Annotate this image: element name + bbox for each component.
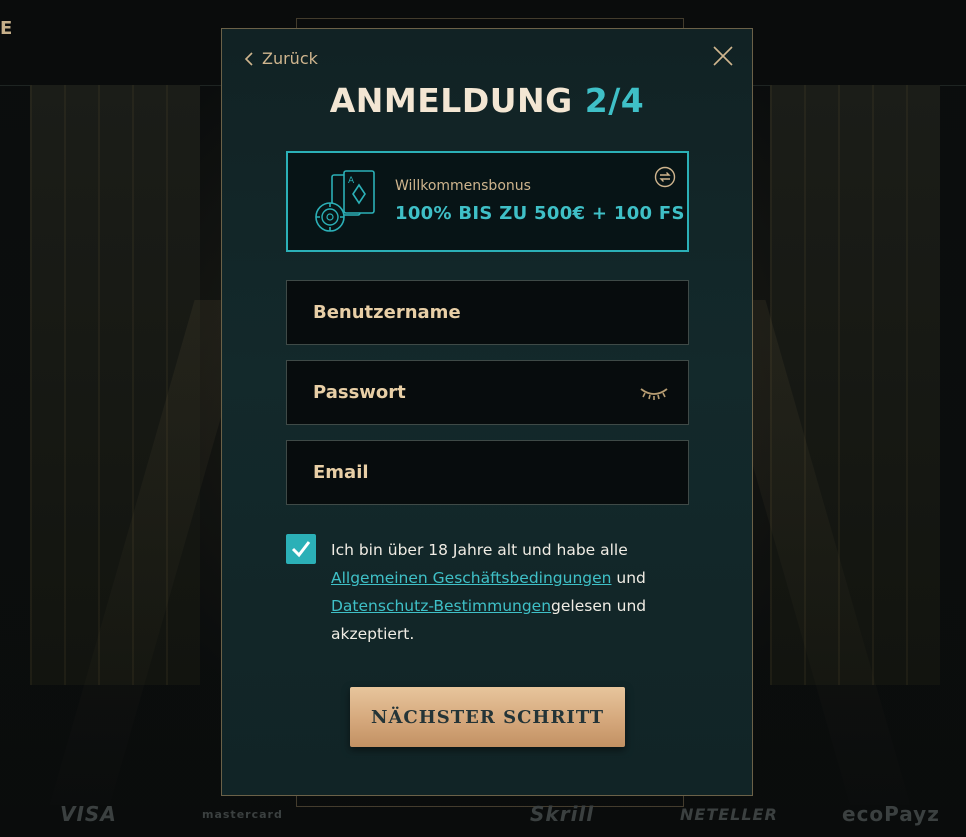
password-input[interactable] — [287, 361, 688, 424]
chevron-left-icon — [244, 51, 253, 66]
bonus-label: Willkommensbonus — [395, 178, 531, 194]
email-input[interactable] — [287, 441, 688, 504]
username-field — [286, 280, 689, 345]
welcome-bonus-card: A Willkommensbonus 100% BIS ZU 500€ + 10… — [286, 151, 689, 252]
terms-text-part-2: und — [611, 569, 646, 587]
visa-logo: VISA — [60, 802, 117, 826]
terms-text: Ich bin über 18 Jahre alt und habe alle … — [331, 536, 661, 648]
ecopayz-logo: ecoPayz — [842, 802, 940, 826]
neteller-logo: NETELLER — [680, 805, 778, 824]
bonus-value: 100% BIS ZU 500€ + 100 FS — [395, 203, 685, 224]
registration-modal: Zurück ANMELDUNG 2/4 A Willkommensbonus … — [221, 28, 753, 796]
top-bar-text-stub: E — [0, 18, 13, 39]
svg-text:A: A — [348, 176, 355, 186]
title-main: ANMELDUNG — [329, 81, 573, 120]
close-icon[interactable] — [712, 45, 734, 67]
mastercard-logo: mastercard — [202, 808, 283, 821]
cards-and-chip-icon: A — [315, 170, 375, 232]
swap-bonus-icon[interactable] — [654, 166, 676, 188]
next-step-button[interactable]: NÄCHSTER SCHRITT — [350, 687, 625, 747]
privacy-link[interactable]: Datenschutz-Bestimmungen — [331, 597, 551, 615]
payment-logos: VISA mastercard Skrill NETELLER ecoPayz — [0, 790, 966, 837]
skrill-logo: Skrill — [530, 802, 595, 826]
title-step: 2/4 — [584, 81, 645, 120]
terms-text-part-1: Ich bin über 18 Jahre alt und habe alle — [331, 541, 628, 559]
back-button[interactable]: Zurück — [244, 49, 318, 68]
page-title: ANMELDUNG 2/4 — [222, 81, 752, 120]
email-field — [286, 440, 689, 505]
terms-link[interactable]: Allgemeinen Geschäftsbedingungen — [331, 569, 611, 587]
checkmark-icon — [291, 541, 311, 558]
terms-checkbox[interactable] — [286, 534, 316, 564]
eye-closed-icon[interactable] — [639, 385, 669, 402]
back-label: Zurück — [262, 49, 318, 68]
password-field — [286, 360, 689, 425]
username-input[interactable] — [287, 281, 688, 344]
